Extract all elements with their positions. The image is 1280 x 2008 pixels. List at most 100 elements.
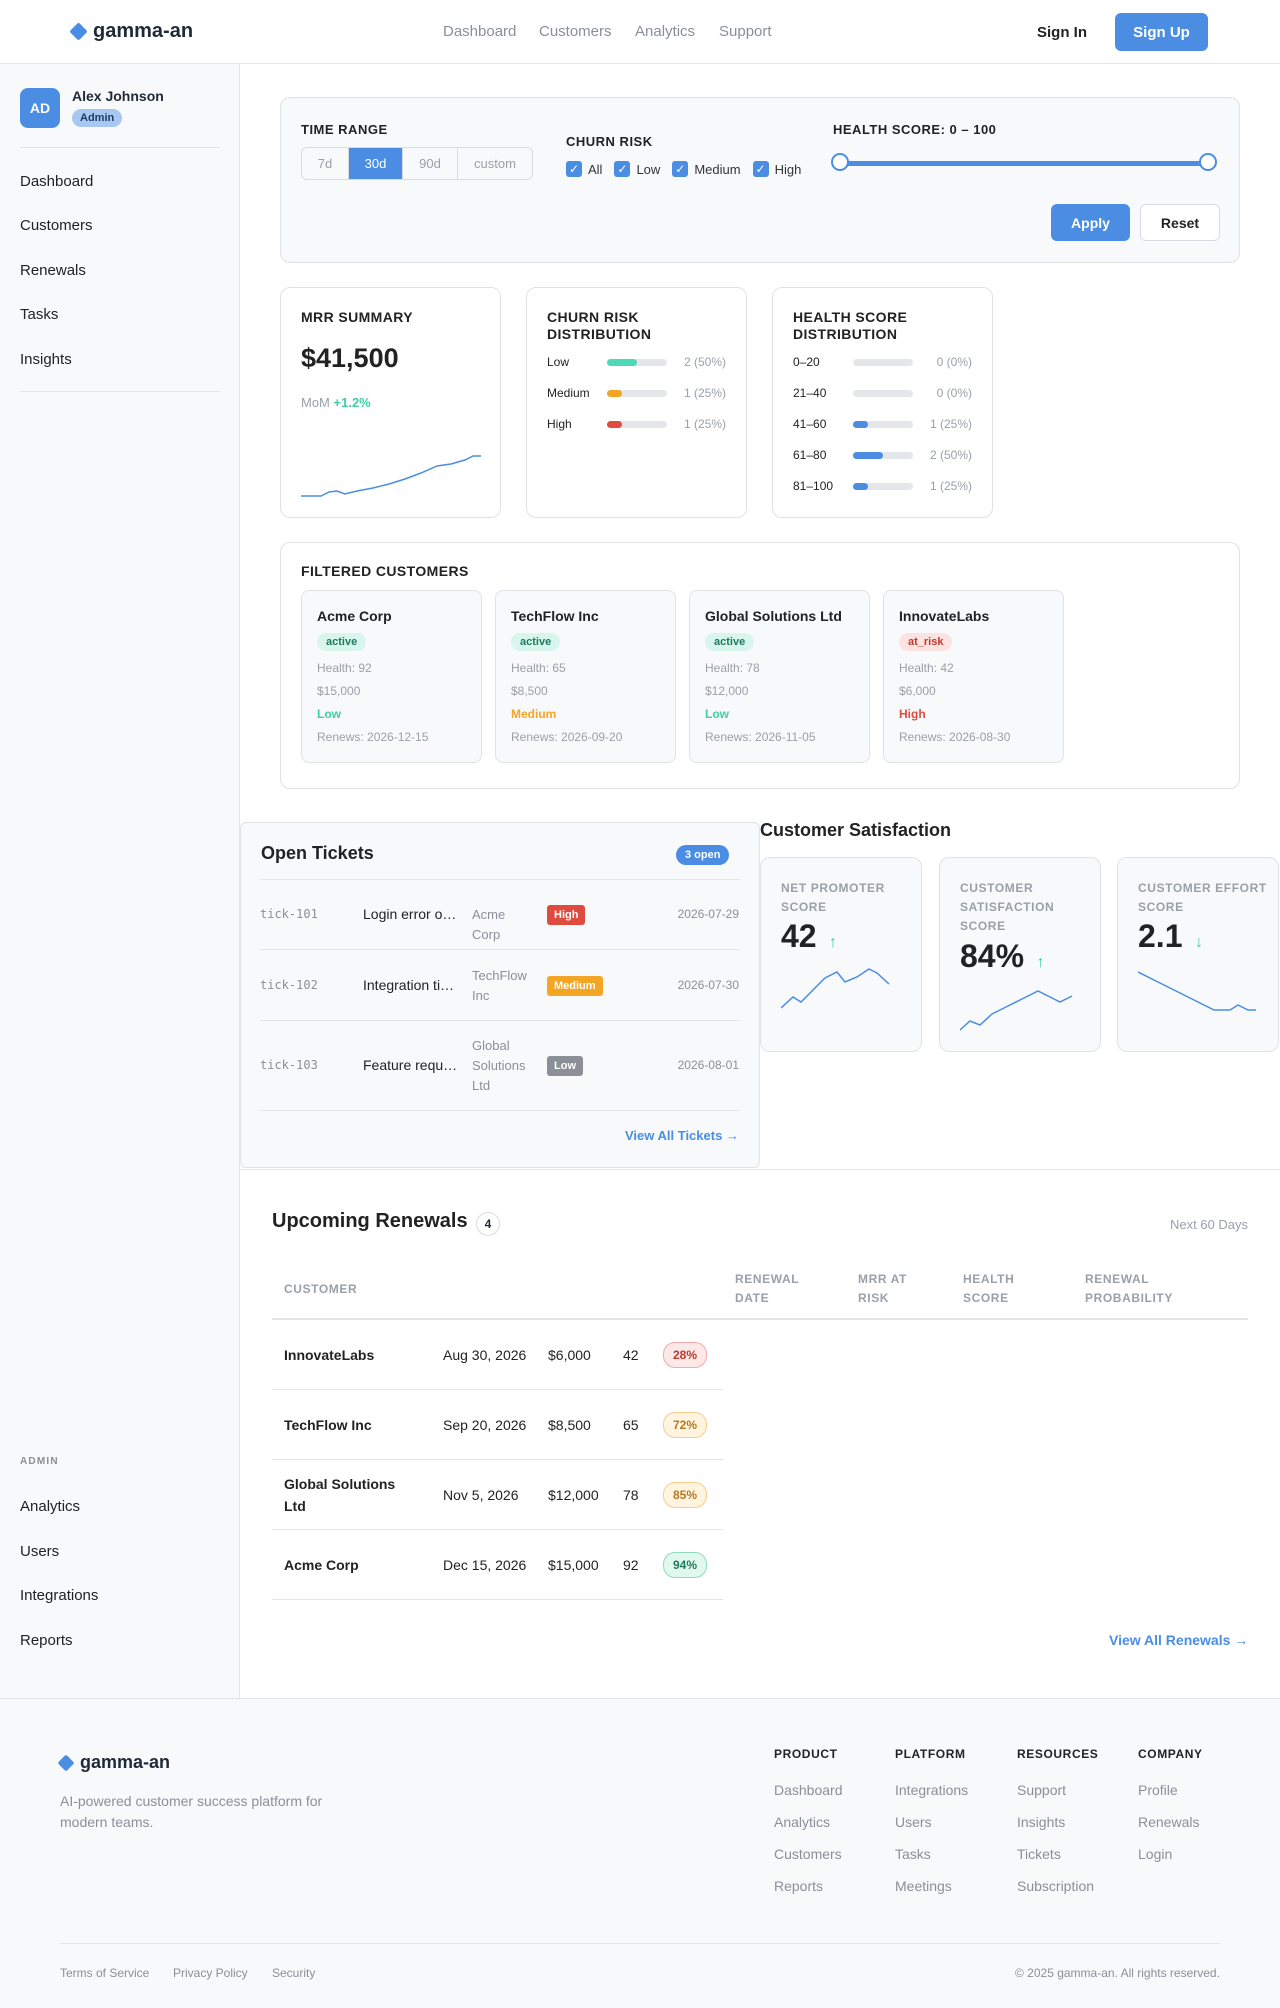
table-row[interactable]: TechFlow Inc Sep 20, 2026 $8,500 65 72%	[272, 1390, 723, 1460]
ticket-row[interactable]: tick-101 Login error o… Acme Corp High 2026-…	[260, 879, 739, 950]
view-all-renewals-link[interactable]: View All Renewals →	[1109, 1632, 1248, 1648]
time-option-7d[interactable]: 7d	[302, 148, 349, 179]
reset-button[interactable]: Reset	[1140, 204, 1220, 241]
footer-link[interactable]: Tickets	[1017, 1846, 1061, 1862]
dist-label: Low	[547, 355, 570, 369]
customer-card[interactable]: TechFlow Inc active Health: 65 $8,500 Medium…	[495, 590, 676, 763]
footer-link[interactable]: Support	[1017, 1782, 1066, 1798]
footer-link[interactable]: Subscription	[1017, 1878, 1094, 1894]
churn-checkbox-low[interactable]: ✓ Low	[614, 161, 660, 177]
footer-legal-security[interactable]: Security	[272, 1966, 315, 1980]
nav-support[interactable]: Support	[719, 23, 772, 40]
footer-link[interactable]: Analytics	[774, 1814, 830, 1830]
footer-link[interactable]: Profile	[1138, 1782, 1178, 1798]
ces-label: CUSTOMER EFFORT SCORE	[1138, 881, 1267, 914]
nav-analytics[interactable]: Analytics	[635, 23, 695, 40]
renewal-date: Sep 20, 2026	[443, 1417, 527, 1433]
sidebar-item-tasks[interactable]: Tasks	[20, 306, 58, 323]
brand-logo[interactable]: gamma-an	[69, 20, 193, 43]
time-range-label: TIME RANGE	[301, 122, 388, 137]
ticket-row[interactable]: tick-103 Feature requ… Global Solutions Lt…	[260, 1021, 739, 1111]
nav-customers[interactable]: Customers	[539, 23, 612, 40]
footer-link[interactable]: Login	[1138, 1846, 1172, 1862]
ticket-date: 2026-07-29	[677, 906, 739, 921]
footer-legal-terms[interactable]: Terms of Service	[60, 1966, 149, 1980]
apply-button[interactable]: Apply	[1051, 204, 1130, 241]
mom-value: +1.2%	[333, 395, 371, 410]
footer-link[interactable]: Renewals	[1138, 1814, 1199, 1830]
footer-link[interactable]: Reports	[774, 1878, 823, 1894]
sidebar-item-renewals[interactable]: Renewals	[20, 262, 86, 279]
customer-card[interactable]: Global Solutions Ltd active Health: 78 $12,…	[689, 590, 870, 763]
ticket-row[interactable]: tick-102 Integration ti… TechFlow Inc Mediu…	[260, 950, 739, 1021]
table-row[interactable]: Acme Corp Dec 15, 2026 $15,000 92 94%	[272, 1530, 723, 1600]
customer-card[interactable]: InnovateLabs at_risk Health: 42 $6,000 High R…	[883, 590, 1064, 763]
footer-column-heading: PLATFORM	[895, 1747, 966, 1761]
mrr-mom: MoM +1.2%	[301, 395, 371, 410]
trend-down-icon: ↓	[1194, 934, 1203, 951]
footer-divider	[60, 1943, 1220, 1944]
nps-card: NET PROMOTER SCORE 42 ↑	[760, 857, 922, 1052]
sign-up-button[interactable]: Sign Up	[1115, 13, 1208, 51]
table-row[interactable]: Global Solutions Ltd Nov 5, 2026 $12,000 78…	[272, 1460, 723, 1530]
health-score-label: HEALTH SCORE: 0 – 100	[833, 122, 997, 137]
section-divider	[240, 1169, 1280, 1170]
customer-name: Global Solutions Ltd	[705, 608, 842, 624]
sidebar-item-insights[interactable]: Insights	[20, 351, 72, 368]
churn-dist-title: CHURN RISK DISTRIBUTION	[547, 309, 652, 342]
sidebar-divider	[20, 391, 220, 392]
renewal-customer: Acme Corp	[284, 1557, 359, 1573]
health-min-handle[interactable]	[831, 153, 849, 171]
sidebar-item-dashboard[interactable]: Dashboard	[20, 173, 93, 190]
churn-checkbox-medium[interactable]: ✓ Medium	[672, 161, 741, 177]
health-dist-title: HEALTH SCORE DISTRIBUTION	[793, 309, 908, 342]
footer-brand[interactable]: gamma-an	[57, 1752, 170, 1773]
sidebar-item-customers[interactable]: Customers	[20, 217, 93, 234]
health-range-track[interactable]	[839, 161, 1207, 166]
customer-card[interactable]: Acme Corp active Health: 92 $15,000 Low Renew…	[301, 590, 482, 763]
footer-link[interactable]: Integrations	[895, 1782, 968, 1798]
footer-column-heading: COMPANY	[1138, 1747, 1203, 1761]
renewal-health: 65	[623, 1417, 639, 1433]
customer-renews: Renews: 2026-09-20	[511, 730, 623, 744]
check-icon: ✓	[752, 161, 769, 177]
renewal-health: 78	[623, 1487, 639, 1503]
churn-checkbox-high[interactable]: ✓ High	[752, 161, 801, 177]
ticket-customer: Global Solutions Ltd	[472, 1038, 526, 1093]
customer-health: Health: 78	[705, 661, 760, 675]
health-max-handle[interactable]	[1199, 153, 1217, 171]
customer-risk: Low	[705, 707, 729, 721]
table-row[interactable]: InnovateLabs Aug 30, 2026 $6,000 42 28%	[272, 1320, 723, 1390]
time-range-selector: 7d 30d 90d custom	[301, 147, 533, 180]
sidebar-item-reports[interactable]: Reports	[20, 1632, 73, 1649]
churn-checkbox-all[interactable]: ✓ All	[566, 161, 602, 177]
sidebar-item-users[interactable]: Users	[20, 1543, 59, 1560]
footer-link[interactable]: Insights	[1017, 1814, 1065, 1830]
customer-health: Health: 92	[317, 661, 372, 675]
avatar[interactable]: AD	[20, 88, 60, 128]
time-option-90d[interactable]: 90d	[403, 148, 458, 179]
footer-link[interactable]: Dashboard	[774, 1782, 843, 1798]
customer-mrr: $8,500	[511, 684, 548, 698]
time-option-custom[interactable]: custom	[458, 148, 532, 179]
sign-in-button[interactable]: Sign In	[1022, 13, 1102, 51]
footer-link[interactable]: Users	[895, 1814, 932, 1830]
status-badge: at_risk	[899, 633, 953, 651]
footer-link[interactable]: Meetings	[895, 1878, 952, 1894]
nav-dashboard[interactable]: Dashboard	[443, 23, 516, 40]
footer-link[interactable]: Customers	[774, 1846, 842, 1862]
sidebar-item-integrations[interactable]: Integrations	[20, 1587, 98, 1604]
customer-health: Health: 42	[899, 661, 954, 675]
time-option-30d[interactable]: 30d	[349, 148, 403, 179]
renewal-mrr: $8,500	[548, 1417, 591, 1433]
sidebar-item-analytics[interactable]: Analytics	[20, 1498, 80, 1515]
view-all-tickets-link[interactable]: View All Tickets →	[625, 1128, 739, 1143]
top-header: gamma-an Dashboard Customers Analytics S…	[0, 0, 1280, 64]
dist-count: 1 (25%)	[929, 417, 972, 431]
col-header-health-score: HEALTH SCORE	[963, 1272, 1015, 1305]
renewal-health: 42	[623, 1347, 639, 1363]
footer-legal-privacy[interactable]: Privacy Policy	[173, 1966, 248, 1980]
footer-link[interactable]: Tasks	[895, 1846, 931, 1862]
churn-risk-checkboxes: ✓ All ✓ Low ✓ Medium ✓ High	[566, 160, 813, 178]
customer-name: Acme Corp	[317, 608, 392, 624]
